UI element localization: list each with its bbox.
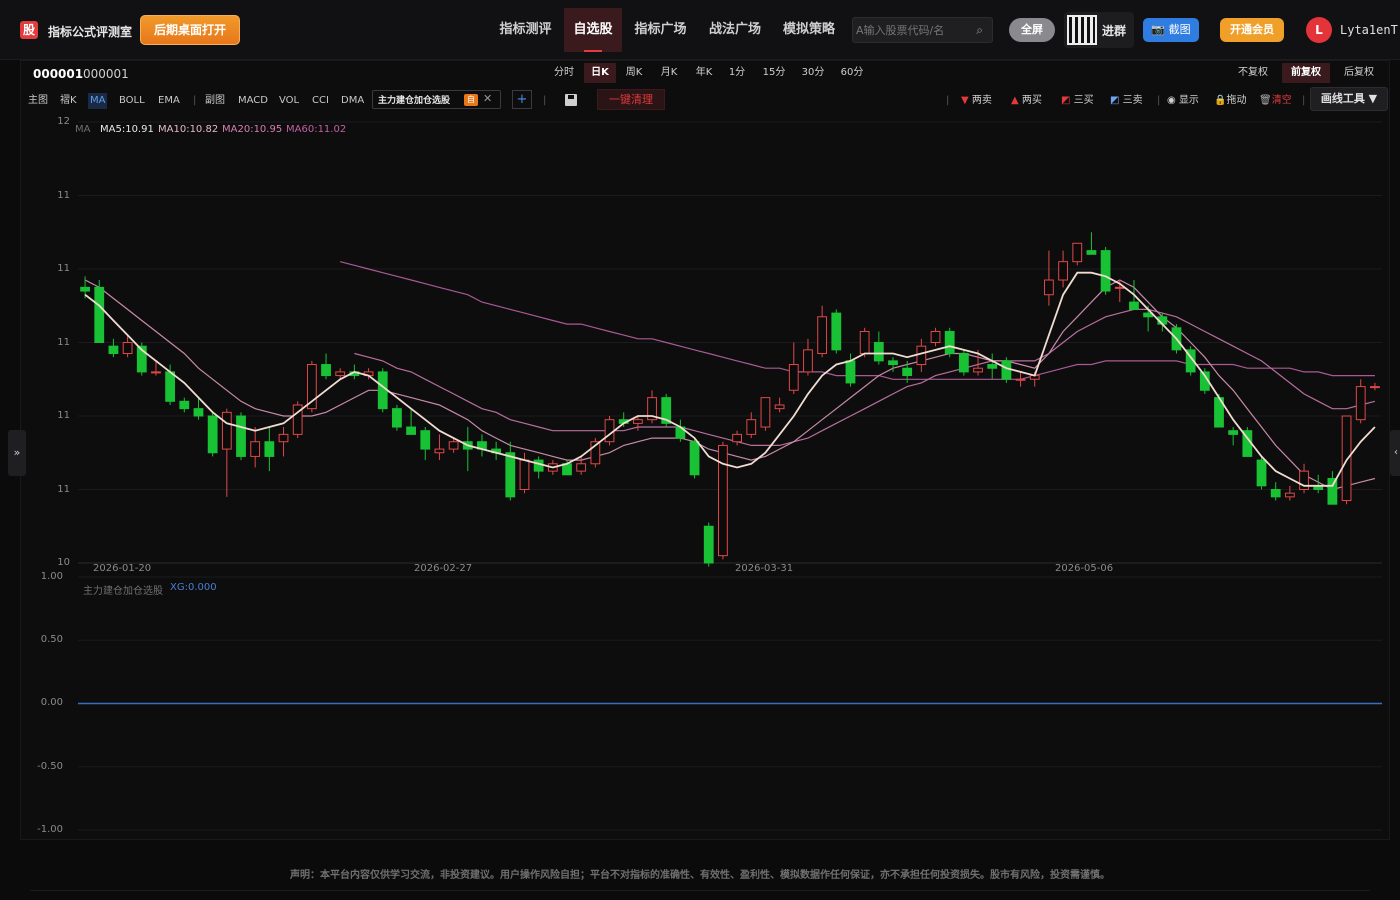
candle-body bbox=[377, 371, 388, 410]
candle-body bbox=[1370, 386, 1380, 389]
candle-body bbox=[264, 441, 275, 457]
candle-body bbox=[1058, 261, 1068, 281]
candle-body bbox=[1086, 250, 1097, 255]
candle-body bbox=[80, 286, 90, 292]
candle-body bbox=[420, 430, 431, 450]
x-tick-label: 2026-03-31 bbox=[735, 563, 794, 574]
candle-body bbox=[760, 397, 771, 428]
candle-body bbox=[122, 342, 133, 355]
candle-body bbox=[930, 330, 941, 344]
candle-body bbox=[406, 426, 416, 435]
candle-body bbox=[1001, 360, 1012, 380]
candle-body bbox=[1129, 301, 1139, 310]
candlestick-chart[interactable] bbox=[0, 0, 1400, 900]
candle-body bbox=[108, 345, 119, 355]
candle-body bbox=[151, 371, 161, 374]
y-tick-label: 12 bbox=[57, 116, 70, 127]
candle-body bbox=[1299, 470, 1309, 490]
candle-body bbox=[335, 371, 346, 377]
candle-body bbox=[1114, 286, 1125, 289]
candle-body bbox=[859, 330, 870, 355]
legend-ma: MA bbox=[75, 124, 91, 135]
candle-body bbox=[944, 330, 955, 355]
candle-body bbox=[250, 441, 261, 457]
candle-body bbox=[434, 448, 445, 454]
divider bbox=[30, 890, 1370, 891]
sub-y-tick-label: -0.50 bbox=[37, 761, 63, 772]
x-tick-label: 2026-02-27 bbox=[414, 563, 473, 574]
sub-y-tick-label: 0.50 bbox=[40, 634, 63, 645]
legend-ma5: MA5:10.91 bbox=[100, 124, 154, 135]
candle-body bbox=[221, 411, 232, 450]
candle-body bbox=[1015, 378, 1026, 381]
candle-body bbox=[1044, 279, 1054, 296]
sub-y-tick-label: -1.00 bbox=[37, 824, 63, 835]
ma5-line bbox=[84, 271, 1376, 487]
candle-body bbox=[958, 353, 969, 373]
candle-body bbox=[207, 415, 218, 454]
y-tick-label: 10 bbox=[57, 557, 70, 568]
candle-body bbox=[689, 441, 700, 476]
candle-body bbox=[236, 415, 246, 457]
candle-body bbox=[193, 408, 204, 417]
disclaimer-text: 声明：本平台内容仅供学习交流，非投资建议。用户操作风险自担；平台不对指标的准确性… bbox=[290, 870, 1110, 881]
candle-body bbox=[1341, 415, 1352, 502]
candle-body bbox=[916, 345, 927, 366]
candle-body bbox=[703, 525, 714, 564]
candle-body bbox=[519, 459, 530, 491]
candle-body bbox=[1100, 250, 1111, 292]
candle-body bbox=[321, 364, 331, 377]
ma10-line bbox=[84, 279, 1376, 491]
candle-body bbox=[732, 433, 742, 443]
sub-y-tick-label: 0.00 bbox=[40, 697, 63, 708]
candle-body bbox=[632, 419, 643, 424]
y-tick-label: 11 bbox=[57, 263, 70, 274]
candle-body bbox=[1228, 430, 1239, 435]
candle-body bbox=[987, 364, 998, 369]
candle-body bbox=[165, 371, 176, 402]
candle-body bbox=[392, 408, 402, 428]
candle-body bbox=[1256, 459, 1267, 487]
y-tick-label: 11 bbox=[57, 337, 70, 348]
candle-body bbox=[817, 316, 828, 355]
candle-body bbox=[1355, 386, 1366, 421]
sub-chart-xg-value: XG:0.000 bbox=[170, 582, 217, 593]
candle-body bbox=[788, 364, 799, 391]
y-tick-label: 11 bbox=[57, 410, 70, 421]
candle-body bbox=[533, 459, 544, 472]
candle-body bbox=[774, 404, 785, 410]
candle-body bbox=[973, 367, 983, 373]
candle-body bbox=[873, 342, 884, 362]
candle-body bbox=[902, 367, 913, 377]
candle-body bbox=[278, 433, 289, 443]
legend-ma10: MA10:10.82 bbox=[158, 124, 219, 135]
candle-body bbox=[746, 419, 757, 435]
candle-body bbox=[845, 360, 856, 384]
candle-body bbox=[831, 312, 842, 351]
x-tick-label: 2026-01-20 bbox=[93, 563, 152, 574]
legend-ma20: MA20:10.95 bbox=[222, 124, 283, 135]
candle-body bbox=[604, 419, 615, 443]
candle-body bbox=[1284, 492, 1295, 498]
legend-ma60: MA60:11.02 bbox=[286, 124, 347, 135]
candle-body bbox=[803, 349, 813, 373]
candle-body bbox=[94, 286, 105, 343]
candle-body bbox=[888, 360, 898, 366]
ma60-line bbox=[340, 261, 1375, 380]
sub-chart-title: 主力建仓加仓选股 bbox=[83, 586, 163, 597]
candle-body bbox=[1270, 489, 1281, 498]
candle-body bbox=[1327, 477, 1338, 505]
sub-y-tick-label: 1.00 bbox=[40, 571, 63, 582]
y-tick-label: 11 bbox=[57, 484, 70, 495]
candle-body bbox=[1072, 242, 1083, 263]
x-tick-label: 2026-05-06 bbox=[1055, 563, 1114, 574]
candle-body bbox=[448, 441, 459, 450]
candle-body bbox=[505, 452, 516, 498]
candle-body bbox=[179, 400, 190, 410]
y-tick-label: 11 bbox=[57, 190, 70, 201]
candle-body bbox=[576, 463, 587, 472]
